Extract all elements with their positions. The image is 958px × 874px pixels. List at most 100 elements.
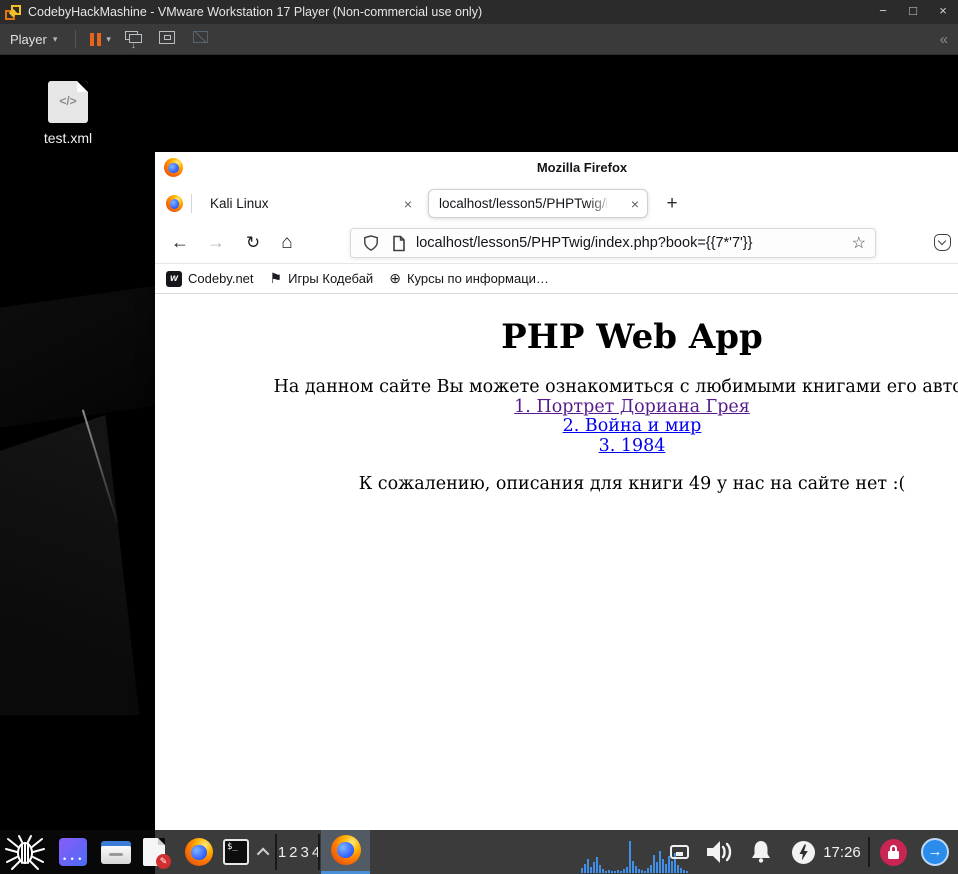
lock-screen-button[interactable] xyxy=(878,830,908,874)
book-link-2[interactable]: 2. Война и мир xyxy=(563,416,702,436)
page-content: PHP Web App На данном сайте Вы можете оз… xyxy=(155,294,958,874)
taskbar-firefox-window-button[interactable] xyxy=(321,830,370,874)
vm-desktop: </> test.xml Mozilla Firefox Kali Linux … xyxy=(0,55,958,874)
lock-icon xyxy=(879,838,907,866)
panel-divider xyxy=(318,834,320,870)
player-menu-label: Player xyxy=(10,31,47,47)
toolbar-divider xyxy=(75,30,77,48)
tab-localhost-active[interactable]: localhost/lesson5/PHPTwig/i × xyxy=(428,189,648,218)
firefox-view-button[interactable] xyxy=(166,195,183,212)
notifications-button[interactable] xyxy=(742,830,780,874)
bell-icon xyxy=(752,841,770,863)
vmware-window-title: CodebyHackMashine - VMware Workstation 1… xyxy=(28,5,483,19)
panel-divider xyxy=(868,837,870,867)
app-grid-icon: • • • xyxy=(59,838,87,866)
book-link-3[interactable]: 3. 1984 xyxy=(599,436,666,456)
terminal-icon: $_ xyxy=(223,839,249,865)
forward-button[interactable]: → xyxy=(204,222,228,263)
wallpaper-shape xyxy=(0,282,180,428)
wallpaper-shape xyxy=(0,415,140,715)
tray-display-button[interactable] xyxy=(666,830,692,874)
kali-panel: • • • ✎ $_ 1234 17:26 → xyxy=(0,830,958,874)
desktop-file-test-xml[interactable]: </> test.xml xyxy=(28,81,108,146)
page-title: PHP Web App xyxy=(501,317,763,357)
code-glyph: </> xyxy=(59,94,77,108)
dots-icon: • • • xyxy=(63,854,83,864)
vmware-titlebar: CodebyHackMashine - VMware Workstation 1… xyxy=(0,0,958,24)
collapse-toolbar-button[interactable]: « xyxy=(940,31,948,48)
bookmark-label: Codeby.net xyxy=(188,271,254,286)
send-to-display-button[interactable]: ↓ xyxy=(124,31,144,51)
codeby-favicon: w xyxy=(166,270,182,287)
logout-button[interactable]: → xyxy=(919,830,951,874)
firefox-logo-icon xyxy=(164,158,183,177)
firefox-launcher[interactable] xyxy=(183,830,215,874)
firefox-titlebar[interactable]: Mozilla Firefox xyxy=(155,152,958,185)
bookmark-label: Игры Кодебай xyxy=(288,271,374,286)
folder-icon xyxy=(101,840,131,864)
bookmark-games[interactable]: ⚑ Игры Кодебай xyxy=(270,270,374,287)
close-icon[interactable]: × xyxy=(402,196,414,212)
url-text: localhost/lesson5/PHPTwig/index.php?book… xyxy=(416,235,753,251)
tab-title: Kali Linux xyxy=(210,196,269,211)
screenshot-root: CodebyHackMashine - VMware Workstation 1… xyxy=(0,0,958,874)
desktop-file-label: test.xml xyxy=(43,130,93,146)
pocket-icon[interactable] xyxy=(934,234,951,251)
maximize-button[interactable]: □ xyxy=(898,0,928,24)
pencil-badge-icon: ✎ xyxy=(156,854,171,869)
close-icon[interactable]: × xyxy=(629,196,641,212)
arrow-down-icon: ↓ xyxy=(130,40,136,51)
volume-button[interactable] xyxy=(700,830,740,874)
show-desktop-button[interactable]: • • • xyxy=(58,830,88,874)
chevron-down-icon: ▾ xyxy=(52,33,58,44)
power-manager-button[interactable] xyxy=(789,830,817,874)
battery-icon xyxy=(791,840,815,864)
file-manager-launcher[interactable] xyxy=(100,830,132,874)
error-message: К сожалению, описания для книги 49 у нас… xyxy=(358,474,906,494)
fullscreen-button[interactable] xyxy=(158,31,178,47)
firefox-icon xyxy=(185,838,213,866)
unity-mode-disabled-icon xyxy=(192,31,212,47)
bookmark-star-icon[interactable]: ☆ xyxy=(852,233,866,253)
bookmarks-toolbar: w Codeby.net ⚑ Игры Кодебай ⊕ Курсы по и… xyxy=(155,264,958,294)
suspend-options-caret[interactable]: ▾ xyxy=(106,34,111,45)
terminal-launcher[interactable]: $_ xyxy=(221,830,251,874)
arrow-right-icon: → xyxy=(921,838,949,866)
document-icon: ✎ xyxy=(143,838,171,869)
shield-icon[interactable] xyxy=(363,234,379,252)
book-link-1[interactable]: 1. Портрет Дориана Грея xyxy=(514,397,750,417)
page-icon xyxy=(393,235,405,251)
vmware-logo-icon xyxy=(5,4,21,20)
tab-title-fade xyxy=(587,191,621,217)
kali-whisker-menu-button[interactable] xyxy=(2,830,48,874)
display-icon xyxy=(669,845,689,859)
xml-file-icon: </> xyxy=(48,81,88,123)
tab-divider xyxy=(191,194,192,213)
intro-text: На данном сайте Вы можете ознакомиться с… xyxy=(273,377,958,397)
firefox-window-title: Mozilla Firefox xyxy=(536,160,628,175)
panel-expand-button[interactable] xyxy=(253,830,275,874)
bookmark-label: Курсы по информаци… xyxy=(406,271,549,286)
panel-divider xyxy=(275,834,277,870)
navigation-toolbar: ← → ↻ ⌂ localhost/lesson5/PHPTwig/index.… xyxy=(155,222,958,264)
bookmark-codeby[interactable]: w Codeby.net xyxy=(166,270,254,287)
clock[interactable]: 17:26 xyxy=(819,830,865,874)
close-button[interactable]: × xyxy=(928,0,958,24)
back-button[interactable]: ← xyxy=(168,222,192,263)
minimize-button[interactable]: − xyxy=(868,0,898,24)
new-tab-button[interactable]: + xyxy=(658,190,686,218)
firefox-icon xyxy=(330,834,361,865)
firefox-window: Mozilla Firefox Kali Linux × localhost/l… xyxy=(155,152,958,874)
workspace-switcher[interactable]: 1234 xyxy=(278,830,320,874)
reload-button[interactable]: ↻ xyxy=(241,222,265,263)
home-button[interactable]: ⌂ xyxy=(275,222,299,263)
text-editor-launcher[interactable]: ✎ xyxy=(139,830,171,874)
flag-icon: ⚑ xyxy=(269,270,283,286)
intro-paragraph: На данном сайте Вы можете ознакомиться с… xyxy=(155,377,958,456)
player-menu[interactable]: Player ▾ xyxy=(0,24,67,54)
suspend-vm-button[interactable] xyxy=(90,32,102,46)
tab-bar: Kali Linux × localhost/lesson5/PHPTwig/i… xyxy=(155,185,958,222)
url-bar[interactable]: localhost/lesson5/PHPTwig/index.php?book… xyxy=(350,228,876,258)
bookmark-courses[interactable]: ⊕ Курсы по информаци… xyxy=(389,270,549,287)
tab-kali-linux[interactable]: Kali Linux × xyxy=(200,189,422,218)
